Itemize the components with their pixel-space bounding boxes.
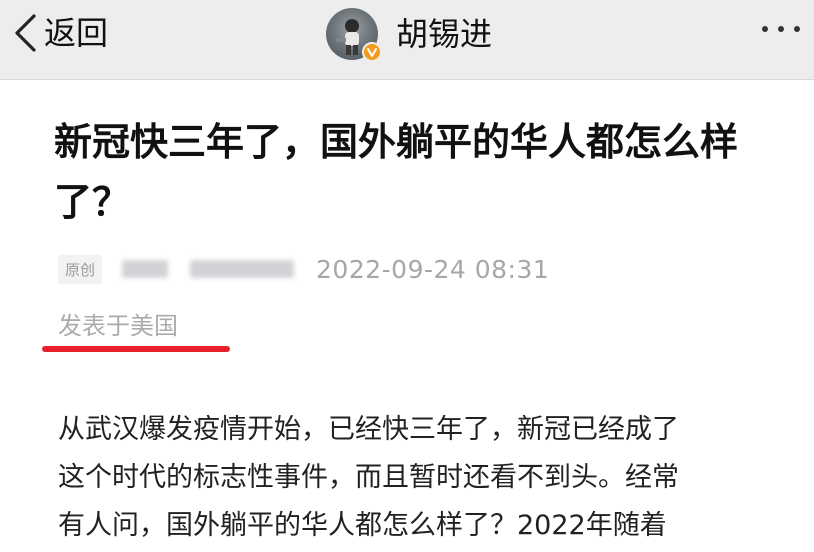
body-line: 这个时代的标志性事件，而且暂时还看不到头。经常 (58, 462, 679, 493)
back-label: 返回 (44, 14, 109, 52)
avatar[interactable] (326, 8, 382, 62)
body-line: 有人问，国外躺平的华人都怎么样了？2022年随着 (58, 510, 667, 541)
body-line: 从武汉爆发疫情开始，已经快三年了，新冠已经成了 (58, 414, 679, 445)
article-meta: 原创 2022-09-24 08:31 (58, 252, 549, 286)
back-button[interactable]: 返回 (12, 10, 108, 56)
verified-badge-icon (362, 42, 382, 62)
publish-time: 2022-09-24 08:31 (316, 254, 550, 284)
top-nav-bar: 返回 胡锡进 (0, 0, 814, 80)
account-name[interactable]: 胡锡进 (396, 18, 492, 50)
blurred-account-link[interactable] (190, 260, 295, 278)
article-title: 新冠快三年了，国外躺平的华人都怎么样了？ (54, 120, 739, 224)
article-body: 从武汉爆发疫情开始，已经快三年了，新冠已经成了 这个时代的标志性事件，而且暂时还… (58, 406, 798, 550)
chevron-left-icon (15, 14, 36, 52)
publish-location: 发表于美国 (58, 312, 178, 340)
blurred-author (122, 260, 169, 278)
account-header[interactable]: 胡锡进 (326, 6, 492, 62)
more-dots-icon[interactable] (762, 26, 800, 32)
location-highlight-underline (42, 346, 230, 352)
original-tag: 原创 (58, 254, 103, 284)
